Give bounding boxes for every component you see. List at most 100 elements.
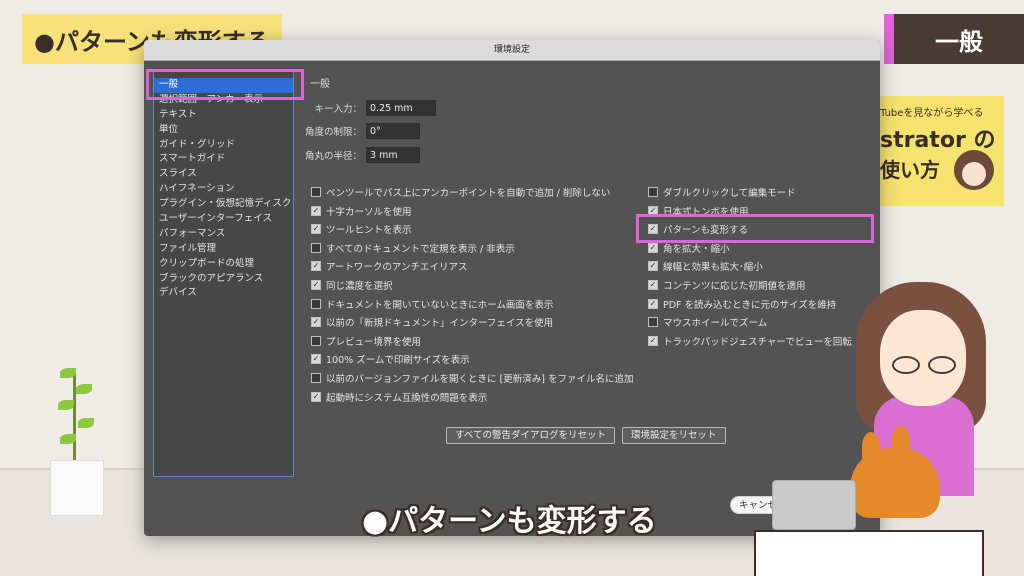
checkbox-label: 十字カーソルを使用 [326,206,412,218]
checkbox-row[interactable]: すべてのドキュメントで定規を表示 / 非表示 [311,241,515,255]
checkbox-row[interactable]: ペンツールでパス上にアンカーポイントを自動で追加 / 削除しない [311,185,610,199]
laptop-icon [772,480,856,530]
plant-pot [50,460,104,516]
sidebar-item[interactable]: 単位 [154,123,293,138]
checkbox-label: ツールヒントを表示 [326,225,412,237]
reset-warnings-button[interactable]: すべての警告ダイアログをリセット [446,427,615,444]
corner-radius-label: 角丸の半径： [304,151,362,162]
sidebar-item[interactable]: スライス [154,167,293,182]
glasses-icon [892,356,956,374]
section-badge: 一般 [884,14,1024,64]
checkbox-label: 以前の「新規ドキュメント」インターフェイスを使用 [326,318,554,330]
checkbox-row[interactable]: ✓ トラックパッドジェスチャーでビューを回転 [648,334,852,348]
checkbox[interactable] [648,187,658,197]
keyboard-increment-row: キー入力： [304,100,436,116]
checkbox[interactable]: ✓ [311,354,321,365]
checkbox-label: 100% ズームで印刷サイズを表示 [326,355,470,367]
checkbox[interactable]: ✓ [311,205,321,216]
checkbox-row[interactable]: ✓ PDF を読み込むときに元のサイズを維持 [648,297,836,311]
checkbox[interactable]: ✓ [311,391,321,402]
checkbox[interactable] [311,298,321,309]
checkbox[interactable] [311,373,321,383]
checkbox-row[interactable]: ✓ 100% ズームで印刷サイズを表示 [311,352,470,366]
checkbox[interactable] [648,317,658,328]
promo-card: Tubeを見ながら学べる strator の 使い方 [876,96,1004,206]
keyboard-increment-label: キー入力： [314,104,362,115]
desk [754,530,984,576]
sidebar-item[interactable]: ファイル管理 [154,242,293,257]
checkbox-label: 以前のバージョンファイルを開くときに [更新済み] をファイル名に追加 [326,374,634,385]
checkbox-label: マウスホイールでズーム [663,318,768,330]
checkbox-row[interactable]: ✓ 同じ濃度を選択 [311,278,393,292]
checkbox-label: コンテンツに応じた初期値を適用 [663,281,806,292]
checkbox-row[interactable]: ドキュメントを開いていないときにホーム画面を表示 [311,297,553,311]
checkbox-row[interactable]: ダブルクリックして編集モード [648,185,796,199]
plant-leaf [60,368,76,378]
avatar [954,150,994,190]
checkbox-row[interactable]: ✓ 以前の「新規ドキュメント」インターフェイスを使用 [311,315,553,329]
checkbox-label: 線幅と効果も拡大･縮小 [663,262,763,274]
subtitle: ●パターンも変形する [362,504,657,539]
sidebar-item[interactable]: ユーザーインターフェイス [154,212,293,227]
checkbox-row[interactable]: ✓ アートワークのアンチエイリアス [311,259,468,273]
checkbox[interactable]: ✓ [648,242,658,253]
sidebar-item[interactable]: ブラックのアピアランス [154,272,293,287]
checkbox-row[interactable]: マウスホイールでズーム [648,315,767,329]
constrain-angle-input[interactable] [366,123,420,139]
checkbox-row[interactable]: ✓ 線幅と効果も拡大･縮小 [648,259,763,273]
dialog-title: 環境設定 [144,40,880,61]
checkbox-row[interactable]: ✓ 起動時にシステム互換性の問題を表示 [311,390,487,404]
plant-leaf [58,400,74,410]
preferences-dialog: 環境設定 一般 選択範囲・アンカー表示 テキスト 単位 ガイド・グリッド スマートガイドス… [144,40,880,536]
checkbox-label: ペンツールでパス上にアンカーポイントを自動で追加 / 削除しない [326,188,611,199]
constrain-angle-label: 角度の制限： [304,127,362,138]
sidebar-item[interactable]: ハイフネーション [154,182,293,197]
checkbox-row[interactable]: プレビュー境界を使用 [311,334,421,348]
plant-leaf [60,434,76,444]
corner-radius-row: 角丸の半径： [304,147,420,163]
constrain-angle-row: 角度の制限： [304,123,420,139]
checkbox[interactable]: ✓ [311,261,321,272]
sidebar-item[interactable]: ガイド・グリッド [154,138,293,153]
checkbox[interactable] [311,242,321,253]
keyboard-increment-input[interactable] [366,100,436,116]
sidebar-item[interactable]: スマートガイド [154,152,293,167]
checkbox-label: PDF を読み込むときに元のサイズを維持 [663,299,837,311]
sidebar-item[interactable]: プラグイン・仮想記憶ディスク [154,197,293,212]
checkbox-row[interactable]: ✓ ツールヒントを表示 [311,222,412,236]
section-title: 一般 [310,79,330,90]
checkbox-label: アートワークのアンチエイリアス [326,262,468,274]
checkbox[interactable]: ✓ [648,298,658,309]
plant-stem [73,370,76,462]
checkbox[interactable]: ✓ [311,317,321,328]
sidebar-item[interactable]: テキスト [154,108,293,123]
checkbox[interactable]: ✓ [311,224,321,235]
checkbox-label: すべてのドキュメントで定規を表示 / 非表示 [326,243,515,255]
checkbox-label: トラックパッドジェスチャーでビューを回転 [663,336,852,348]
checkbox[interactable] [311,187,321,197]
checkbox-label: プレビュー境界を使用 [326,336,422,348]
sidebar-item[interactable]: クリップボードの処理 [154,257,293,272]
checkbox-row[interactable]: ✓ 十字カーソルを使用 [311,204,412,218]
sidebar-item[interactable]: パフォーマンス [154,227,293,242]
plant-leaf [76,384,92,394]
checkbox-label: 同じ濃度を選択 [326,281,393,292]
checkbox[interactable] [311,335,321,346]
highlight-general [146,69,304,100]
checkbox-label: ダブルクリックして編集モード [663,188,796,199]
checkbox-label: ドキュメントを開いていないときにホーム画面を表示 [326,299,554,311]
checkbox-row[interactable]: 以前のバージョンファイルを開くときに [更新済み] をファイル名に追加 [311,371,633,385]
reset-preferences-button[interactable]: 環境設定をリセット [622,427,726,444]
promo-line-3: 使い方 [880,158,940,182]
checkbox[interactable]: ✓ [311,280,321,290]
sidebar-item[interactable]: デバイス [154,286,293,301]
checkbox[interactable]: ✓ [648,335,658,346]
checkbox-label: 起動時にシステム互換性の問題を表示 [326,392,488,404]
corner-radius-input[interactable] [366,147,420,163]
checkbox-row[interactable]: ✓ コンテンツに応じた初期値を適用 [648,278,806,292]
promo-line-1: Tubeを見ながら学べる [880,108,984,119]
checkbox[interactable]: ✓ [648,280,658,290]
plant-leaf [78,418,94,428]
checkbox[interactable]: ✓ [648,261,658,272]
promo-line-2: strator の [880,128,996,153]
